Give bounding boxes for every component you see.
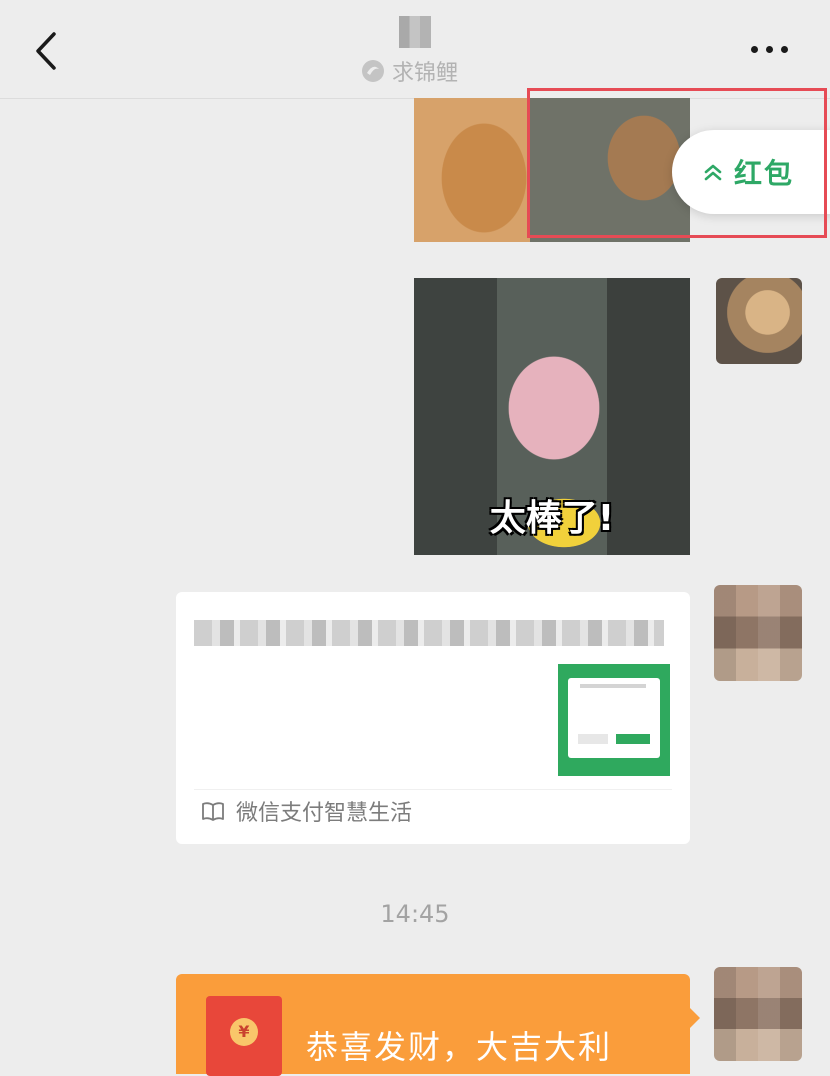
link-card-message[interactable]: 微信支付智慧生活 xyxy=(176,592,690,844)
avatar[interactable] xyxy=(714,967,802,1061)
chevron-left-icon xyxy=(36,32,56,70)
card-source: 微信支付智慧生活 xyxy=(200,796,412,826)
bubble-tail xyxy=(688,1006,700,1030)
sticker-caption: 太棒了! xyxy=(489,498,615,539)
book-icon xyxy=(202,802,224,821)
coin-icon: ¥ xyxy=(230,1018,258,1046)
candy-icon xyxy=(362,60,384,82)
card-source-text: 微信支付智慧生活 xyxy=(236,801,413,826)
sticker-message[interactable]: 太棒了! xyxy=(414,278,690,555)
red-envelope-icon: ¥ xyxy=(206,996,282,1076)
red-packet-greeting: 恭喜发财，大吉大利 xyxy=(306,1028,613,1066)
avatar[interactable] xyxy=(716,278,802,364)
card-thumbnail xyxy=(558,664,670,776)
header-avatar xyxy=(399,16,431,48)
annotation-highlight-box xyxy=(527,88,827,238)
more-button[interactable] xyxy=(745,38,795,62)
avatar[interactable] xyxy=(714,585,802,681)
card-divider xyxy=(194,789,672,790)
chat-title[interactable]: 求锦鲤 xyxy=(360,56,458,86)
card-title-blurred xyxy=(194,620,664,646)
red-packet-message[interactable]: ¥ 恭喜发财，大吉大利 xyxy=(176,974,690,1076)
back-button[interactable] xyxy=(30,30,66,72)
message-timestamp: 14:45 xyxy=(380,900,450,928)
chat-title-text: 求锦鲤 xyxy=(392,61,459,86)
